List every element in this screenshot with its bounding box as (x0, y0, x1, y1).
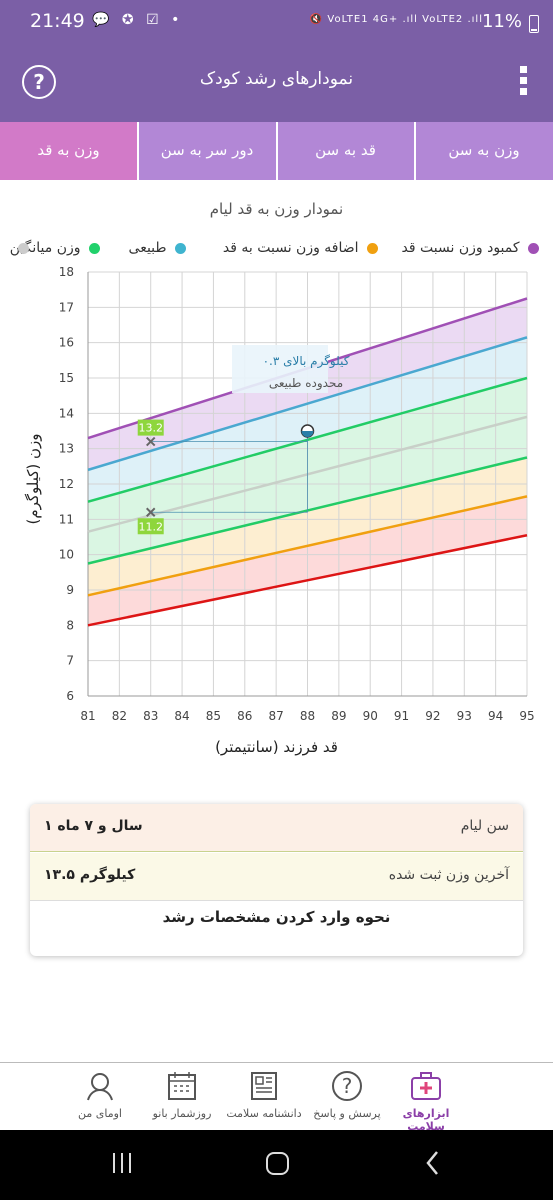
legend-item (14, 240, 29, 256)
y-tick-label: 16 (59, 336, 74, 350)
x-tick-label: 89 (331, 709, 346, 723)
x-tick-label: 84 (174, 709, 189, 723)
y-tick-label: 10 (59, 548, 74, 562)
legend-dot (528, 242, 539, 254)
home-icon[interactable] (266, 1152, 289, 1175)
page-title: نمودارهای رشد کودک (199, 69, 354, 89)
weight-for-height-chart: 81 82 83 84 85 86 87 88 89 90 91 92 93 94 956789101112… (59, 265, 535, 723)
more-menu-icon[interactable] (520, 66, 528, 100)
weight-label: آخرین وزن ثبت شده (388, 867, 509, 883)
tab-height-for-age[interactable]: قد به سن (277, 122, 414, 180)
x-tick-label: 90 (363, 709, 378, 723)
annotation-line2: محدوده طبیعی (269, 376, 343, 391)
x-tick-label: 85 (206, 709, 221, 723)
tab-divider (414, 122, 416, 180)
tab-divider (137, 122, 139, 180)
signal-icons: 🔇 VoLTE1 4G+ .ıll VoLTE2 .ıll (309, 14, 483, 25)
x-tick-label: 87 (269, 709, 284, 723)
legend-dot (175, 242, 186, 254)
y-tick-label: 8 (66, 618, 74, 632)
nav-label: دانشنامه سلامت (226, 1107, 302, 1120)
age-label: سن لیام (460, 818, 509, 834)
x-tick-label: 81 (80, 709, 95, 723)
y-axis-title: وزن (کیلوگرم) (24, 433, 42, 525)
age-value: ۱ سال و ۷ ماه (44, 818, 143, 834)
y-tick-label: 13 (59, 442, 74, 456)
x-tick-label: 91 (394, 709, 409, 723)
nav-calendar[interactable]: روزشمار بانو (140, 1069, 224, 1120)
battery-icon (529, 15, 539, 33)
annotation-line1: ۰.۳ کیلوگرم بالای (263, 354, 350, 369)
y-tick-label: 6 (66, 689, 74, 703)
legend-dot (367, 242, 378, 254)
nav-encyclopedia[interactable]: دانشنامه سلامت (222, 1069, 306, 1120)
x-axis-title: قد فرزند (سانتیمتر) (215, 738, 338, 756)
question-icon: ? (332, 1071, 362, 1101)
chart-tabs: وزن به سن قد به سن دور سر به سن وزن به ق… (0, 122, 553, 180)
y-tick-label: 12 (59, 477, 74, 491)
y-tick-label: 18 (59, 265, 74, 279)
tab-divider (276, 122, 278, 180)
nav-qa[interactable]: ? پرسش و پاسخ (305, 1069, 389, 1120)
nav-label: اومای من (78, 1107, 122, 1120)
nav-label: پرسش و پاسخ (313, 1107, 381, 1120)
x-tick-label: 92 (425, 709, 440, 723)
legend-label: طبیعی (128, 240, 167, 256)
nav-health-tools[interactable]: ابزارهای سلامت (384, 1069, 468, 1133)
bottom-navigation: ابزارهای سلامت ? پرسش و پاسخ دانشنامه سل… (0, 1062, 553, 1133)
notification-icons: 💬 ✪ ☑ • (92, 12, 184, 28)
y-tick-label: 11 (59, 512, 74, 526)
chart-title: نمودار وزن به قد لیام (209, 200, 344, 218)
growth-info-card: سن لیام ۱ سال و ۷ ماه آخرین وزن ثبت شده … (30, 804, 523, 956)
x-tick-label: 95 (519, 709, 534, 723)
back-icon[interactable] (426, 1151, 438, 1175)
svg-text:?: ? (342, 1074, 353, 1098)
x-tick-label: 83 (143, 709, 158, 723)
y-tick-label: 7 (66, 654, 74, 668)
status-time: 21:49 (30, 10, 85, 32)
age-row: سن لیام ۱ سال و ۷ ماه (30, 804, 523, 852)
nav-profile[interactable]: اومای من (58, 1069, 142, 1120)
system-nav-icons (113, 1151, 438, 1175)
y-tick-label: 14 (59, 406, 74, 420)
legend-item: طبیعی (129, 240, 186, 256)
y-tick-label: 15 (59, 371, 74, 385)
tab-weight-for-age[interactable]: وزن به سن (415, 122, 553, 180)
user-icon (87, 1073, 113, 1101)
battery-percent: 11% (481, 11, 522, 32)
recent-apps-icon[interactable] (113, 1153, 131, 1173)
chart-legend: کمبود وزن نسبت قد اضافه وزن نسبت به قد ط… (0, 240, 553, 262)
weight-value: ۱۳.۵ کیلوگرم (44, 867, 136, 883)
x-tick-label: 93 (457, 709, 472, 723)
app-bar: ? نمودارهای رشد کودک (0, 42, 553, 122)
x-tick-label: 94 (488, 709, 503, 723)
x-tick-label: 82 (112, 709, 127, 723)
tab-head-for-age[interactable]: دور سر به سن (138, 122, 276, 180)
nav-label: روزشمار بانو (152, 1107, 212, 1120)
system-navigation-bar (0, 1130, 553, 1200)
marker-label: 13.2 (138, 422, 163, 435)
y-tick-label: 9 (66, 583, 74, 597)
x-tick-label: 88 (300, 709, 315, 723)
y-tick-label: 17 (59, 300, 74, 314)
legend-dot (89, 242, 100, 254)
marker-label: 11.2 (138, 520, 163, 533)
status-bar: 21:49 💬 ✪ ☑ • 🔇 VoLTE1 4G+ .ıll VoLTE2 .… (0, 0, 553, 42)
weight-row: آخرین وزن ثبت شده ۱۳.۵ کیلوگرم (30, 853, 523, 901)
x-tick-label: 86 (237, 709, 252, 723)
calendar-icon (168, 1072, 196, 1100)
legend-label: کمبود وزن نسبت قد (401, 240, 520, 256)
howto-link[interactable]: نحوه وارد کردن مشخصات رشد (30, 908, 523, 926)
newspaper-icon (251, 1072, 277, 1100)
legend-label: اضافه وزن نسبت به قد (222, 240, 359, 256)
legend-item: کمبود وزن نسبت قد (402, 240, 539, 256)
medical-kit-icon (411, 1072, 441, 1100)
legend-item: اضافه وزن نسبت به قد (223, 240, 378, 256)
legend-dot (18, 242, 29, 254)
tab-weight-for-height[interactable]: وزن به قد (0, 122, 137, 180)
